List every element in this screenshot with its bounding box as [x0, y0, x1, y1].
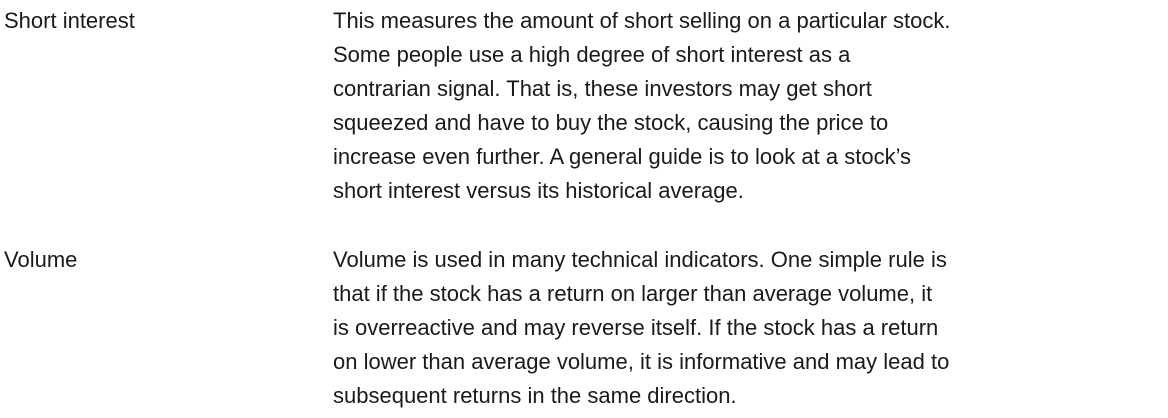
definition-line: short interest versus its historical ave… [333, 178, 744, 203]
term-label: Short interest [4, 8, 135, 33]
definition-line: Volume is used in many technical indicat… [333, 247, 947, 272]
term-label: Volume [4, 247, 78, 272]
definition-line: that if the stock has a return on larger… [333, 281, 933, 306]
term-definition: This measures the amount of short sellin… [333, 4, 1168, 208]
definition-line: is overreactive and may reverse itself. … [333, 315, 939, 340]
definition-line: on lower than average volume, it is info… [333, 349, 950, 374]
definition-line: squeezed and have to buy the stock, caus… [333, 110, 889, 135]
glossary-document: Short interest This measures the amount … [0, 0, 1168, 418]
term-definition: Volume is used in many technical indicat… [333, 243, 1168, 413]
definition-line: This measures the amount of short sellin… [333, 8, 951, 33]
definition-line: increase even further. A general guide i… [333, 144, 912, 169]
definition-line: subsequent returns in the same direction… [333, 383, 737, 408]
definition-line: Some people use a high degree of short i… [333, 42, 851, 67]
definition-line: contrarian signal. That is, these invest… [333, 76, 872, 101]
